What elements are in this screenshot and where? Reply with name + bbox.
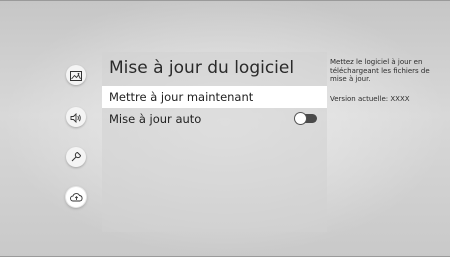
settings-sidebar (56, 55, 96, 230)
tv-screen: Mise à jour du logiciel Mettre à jour ma… (0, 0, 450, 257)
auto-update-item[interactable]: Mise à jour auto (102, 108, 327, 130)
info-description: Mettez le logiciel à jour en téléchargea… (330, 58, 430, 83)
toggle-knob (295, 113, 306, 124)
auto-update-toggle[interactable] (295, 113, 317, 124)
top-border (0, 0, 450, 1)
auto-update-label: Mise à jour auto (109, 112, 202, 126)
picture-icon (70, 66, 82, 85)
update-now-item[interactable]: Mettre à jour maintenant (102, 86, 327, 108)
software-update-panel: Mise à jour du logiciel (102, 52, 327, 232)
sidebar-item-sound[interactable] (66, 107, 86, 127)
software-update-icon (69, 188, 83, 207)
sidebar-item-software-update[interactable] (66, 187, 86, 207)
current-version: Version actuelle: XXXX (330, 94, 410, 103)
sound-icon (70, 108, 82, 127)
sidebar-item-picture[interactable] (66, 65, 86, 85)
sidebar-item-support[interactable] (66, 147, 86, 167)
update-now-label: Mettre à jour maintenant (109, 90, 254, 104)
info-panel: Mettez le logiciel à jour en téléchargea… (330, 58, 442, 103)
panel-title: Mise à jour du logiciel (109, 58, 295, 78)
support-icon (70, 148, 82, 167)
